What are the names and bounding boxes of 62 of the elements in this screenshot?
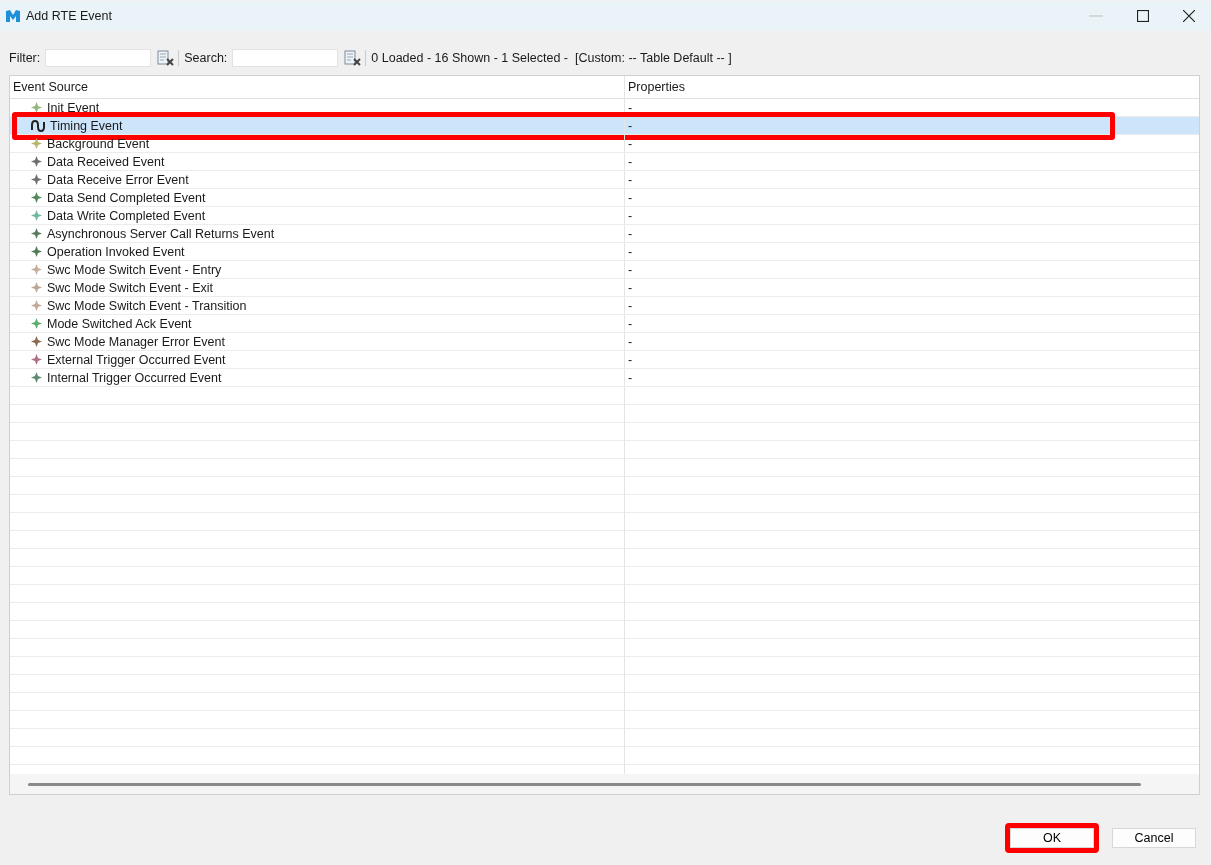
table-row[interactable]: Data Receive Error Event - [10,171,1199,189]
table-row[interactable]: Data Send Completed Event - [10,189,1199,207]
event-name: Data Received Event [47,154,165,169]
event-name: Operation Invoked Event [47,244,185,259]
property-value: - [628,370,633,385]
property-value: - [628,208,633,223]
event-name: Swc Mode Switch Event - Transition [47,298,247,313]
status-text: 0 Loaded - 16 Shown - 1 Selected - [Custom: -- Table Default -- ] [371,51,732,65]
column-header[interactable]: Event Source [10,76,625,98]
property-value: - [628,226,633,241]
event-name: Data Send Completed Event [47,190,206,205]
property-value: - [628,316,633,331]
event-name: Swc Mode Switch Event - Entry [47,262,222,277]
event-name: Internal Trigger Occurred Event [47,370,222,385]
event-name: External Trigger Occurred Event [47,352,226,367]
table-row[interactable]: Swc Mode Switch Event - Transition - [10,297,1199,315]
filter-field[interactable] [45,49,152,67]
table-row[interactable]: Background Event - [10,135,1199,153]
close-icon[interactable] [1183,10,1195,22]
event-name: Mode Switched Ack Event [47,316,192,331]
property-value: - [628,154,633,169]
property-value: - [628,244,633,259]
property-value: - [628,298,633,313]
event-name: Data Receive Error Event [47,172,189,187]
table-row[interactable]: Swc Mode Switch Event - Exit - [10,279,1199,297]
table-row[interactable]: Asynchronous Server Call Returns Event - [10,225,1199,243]
event-name: Background Event [47,136,150,151]
clear-filter-icon[interactable] [157,50,176,66]
clear-search-icon[interactable] [344,50,363,66]
table-row[interactable]: Swc Mode Manager Error Event - [10,333,1199,351]
event-name: Init Event [47,100,100,115]
event-name: Swc Mode Manager Error Event [47,334,225,349]
property-value: - [628,334,633,349]
event-name: Data Write Completed Event [47,208,206,223]
table-row[interactable]: Mode Switched Ack Event - [10,315,1199,333]
event-name: Swc Mode Switch Event - Exit [47,280,214,295]
property-value: - [628,172,633,187]
property-value: - [628,100,633,115]
scrollbar-thumb[interactable] [28,782,1141,786]
property-value: - [628,118,633,133]
table-row[interactable]: Operation Invoked Event - [10,243,1199,261]
property-value: - [628,262,633,277]
table-row[interactable]: Data Write Completed Event - [10,207,1199,225]
event-name: Asynchronous Server Call Returns Event [47,226,275,241]
search-field[interactable] [232,49,339,67]
property-value: - [628,280,633,295]
column-header[interactable]: Properties [625,76,1199,98]
ok-button[interactable]: OK [1010,828,1094,848]
table-row[interactable]: Timing Event - [10,117,1199,135]
event-name: Timing Event [50,118,123,133]
cancel-button[interactable]: Cancel [1112,828,1196,848]
property-value: - [628,352,633,367]
search-label: Search: [184,51,228,65]
table-row[interactable]: External Trigger Occurred Event - [10,351,1199,369]
property-value: - [628,190,633,205]
property-value: - [628,136,633,151]
table-row[interactable]: Data Received Event - [10,153,1199,171]
table-row[interactable]: Swc Mode Switch Event - Entry - [10,261,1199,279]
app-logo-icon [6,10,20,22]
maximize-icon[interactable] [1137,10,1149,22]
filter-label: Filter: [9,51,41,65]
window-title: Add RTE Event [26,9,112,23]
